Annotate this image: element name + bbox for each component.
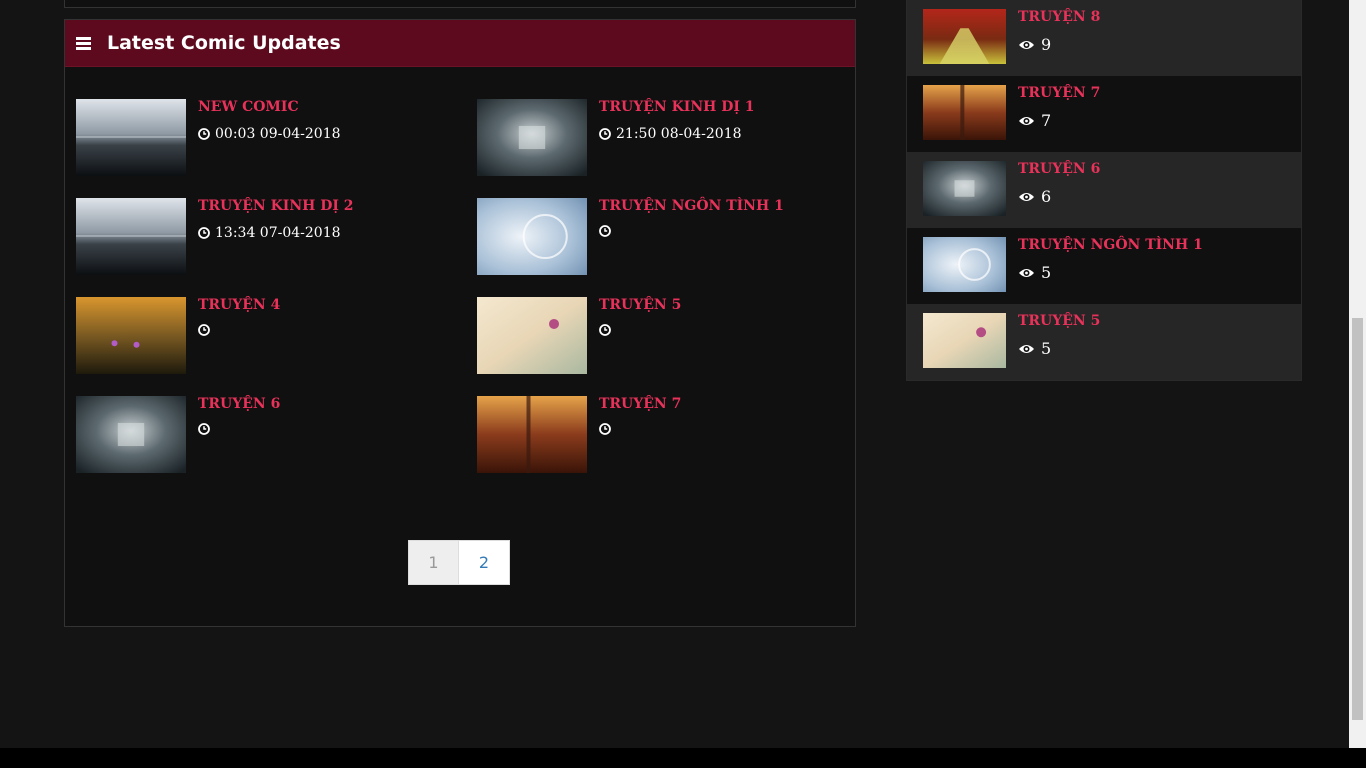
- footer-bar: [0, 748, 1366, 768]
- previous-panel-edge: [64, 0, 856, 8]
- hamburger-icon: [76, 37, 91, 50]
- comic-time-text: 00:03 09-04-2018: [215, 126, 341, 142]
- eye-icon: [1019, 344, 1034, 353]
- comic-time-text: 21:50 08-04-2018: [616, 126, 742, 142]
- sidebar-comic-item: TRUYỆN 8 9: [907, 0, 1301, 76]
- comic-thumbnail[interactable]: [477, 297, 587, 374]
- clock-icon: [599, 423, 611, 435]
- sidebar-title-link[interactable]: TRUYỆN 6: [1018, 161, 1100, 177]
- sidebar-comic-item: TRUYỆN NGÔN TÌNH 1 5: [907, 228, 1301, 304]
- sidebar-thumbnail[interactable]: [923, 313, 1006, 368]
- sidebar-title-link[interactable]: TRUYỆN NGÔN TÌNH 1: [1018, 237, 1203, 253]
- panel-title: Latest Comic Updates: [107, 32, 341, 54]
- clock-icon: [599, 128, 611, 140]
- comic-title-link[interactable]: TRUYỆN 5: [599, 297, 681, 313]
- view-count-text: 5: [1041, 339, 1052, 358]
- comic-time-text: 13:34 07-04-2018: [215, 225, 341, 241]
- sidebar-comic-item: TRUYỆN 7 7: [907, 76, 1301, 152]
- clock-icon: [198, 128, 210, 140]
- view-count: 5: [1018, 263, 1051, 282]
- comic-thumbnail[interactable]: [76, 99, 186, 176]
- comic-item: TRUYỆN NGÔN TÌNH 1: [477, 198, 857, 276]
- page-2-link[interactable]: 2: [459, 540, 510, 585]
- comic-update-time: [599, 423, 616, 435]
- comic-thumbnail[interactable]: [477, 99, 587, 176]
- comic-item: TRUYỆN 6: [76, 396, 456, 474]
- eye-icon: [1019, 116, 1034, 125]
- comic-title-link[interactable]: TRUYỆN NGÔN TÌNH 1: [599, 198, 784, 214]
- clock-icon: [599, 324, 611, 336]
- comic-update-time: [198, 324, 215, 336]
- comic-thumbnail[interactable]: [477, 396, 587, 473]
- comic-update-time: [599, 324, 616, 336]
- view-count-text: 9: [1041, 35, 1052, 54]
- comic-item: TRUYỆN KINH DỊ 2 13:34 07-04-2018: [76, 198, 456, 276]
- eye-icon: [1019, 192, 1034, 201]
- scrollbar[interactable]: [1349, 0, 1366, 748]
- view-count: 6: [1018, 187, 1051, 206]
- sidebar-title-link[interactable]: TRUYỆN 7: [1018, 85, 1100, 101]
- sidebar-comic-item: TRUYỆN 6 6: [907, 152, 1301, 228]
- comic-title-link[interactable]: NEW COMIC: [198, 99, 299, 115]
- sidebar-comic-item: TRUYỆN 5 5: [907, 304, 1301, 380]
- comic-title-link[interactable]: TRUYỆN 4: [198, 297, 280, 313]
- view-count-text: 7: [1041, 111, 1052, 130]
- comic-item: TRUYỆN 4: [76, 297, 456, 375]
- comic-item: TRUYỆN 5: [477, 297, 857, 375]
- comic-title-link[interactable]: TRUYỆN 6: [198, 396, 280, 412]
- eye-icon: [1019, 40, 1034, 49]
- sidebar-title-link[interactable]: TRUYỆN 5: [1018, 313, 1100, 329]
- comic-thumbnail[interactable]: [76, 198, 186, 275]
- clock-icon: [599, 225, 611, 237]
- latest-comic-updates-panel: Latest Comic Updates NEW COMIC 00:03 09-0…: [64, 19, 856, 627]
- comic-thumbnail[interactable]: [76, 396, 186, 473]
- comic-item: TRUYỆN 7: [477, 396, 857, 474]
- view-count-text: 6: [1041, 187, 1052, 206]
- comic-update-time: [599, 225, 616, 237]
- comic-title-link[interactable]: TRUYỆN KINH DỊ 2: [198, 198, 354, 214]
- comic-title-link[interactable]: TRUYỆN KINH DỊ 1: [599, 99, 755, 115]
- top-views-sidebar: TRUYỆN 8 9 TRUYỆN 7 7 TRUYỆN 6 6 TRUYỆN NGÔN T…: [906, 0, 1302, 381]
- comic-item: TRUYỆN KINH DỊ 1 21:50 08-04-2018: [477, 99, 857, 177]
- comic-update-time: 21:50 08-04-2018: [599, 126, 742, 142]
- comic-thumbnail[interactable]: [477, 198, 587, 275]
- comic-item: NEW COMIC 00:03 09-04-2018: [76, 99, 456, 177]
- sidebar-title-link[interactable]: TRUYỆN 8: [1018, 9, 1100, 25]
- page-1-current: 1: [408, 540, 459, 585]
- view-count-text: 5: [1041, 263, 1052, 282]
- comic-thumbnail[interactable]: [76, 297, 186, 374]
- sidebar-thumbnail[interactable]: [923, 85, 1006, 140]
- comic-update-time: 13:34 07-04-2018: [198, 225, 341, 241]
- scrollbar-thumb[interactable]: [1352, 318, 1363, 720]
- view-count: 9: [1018, 35, 1051, 54]
- comic-update-time: [198, 423, 215, 435]
- eye-icon: [1019, 268, 1034, 277]
- clock-icon: [198, 227, 210, 239]
- view-count: 7: [1018, 111, 1051, 130]
- panel-header: Latest Comic Updates: [65, 20, 855, 67]
- sidebar-thumbnail[interactable]: [923, 161, 1006, 216]
- sidebar-thumbnail[interactable]: [923, 9, 1006, 64]
- comic-title-link[interactable]: TRUYỆN 7: [599, 396, 681, 412]
- clock-icon: [198, 324, 210, 336]
- comic-update-time: 00:03 09-04-2018: [198, 126, 341, 142]
- sidebar-thumbnail[interactable]: [923, 237, 1006, 292]
- clock-icon: [198, 423, 210, 435]
- view-count: 5: [1018, 339, 1051, 358]
- pagination: 1 2: [408, 540, 510, 585]
